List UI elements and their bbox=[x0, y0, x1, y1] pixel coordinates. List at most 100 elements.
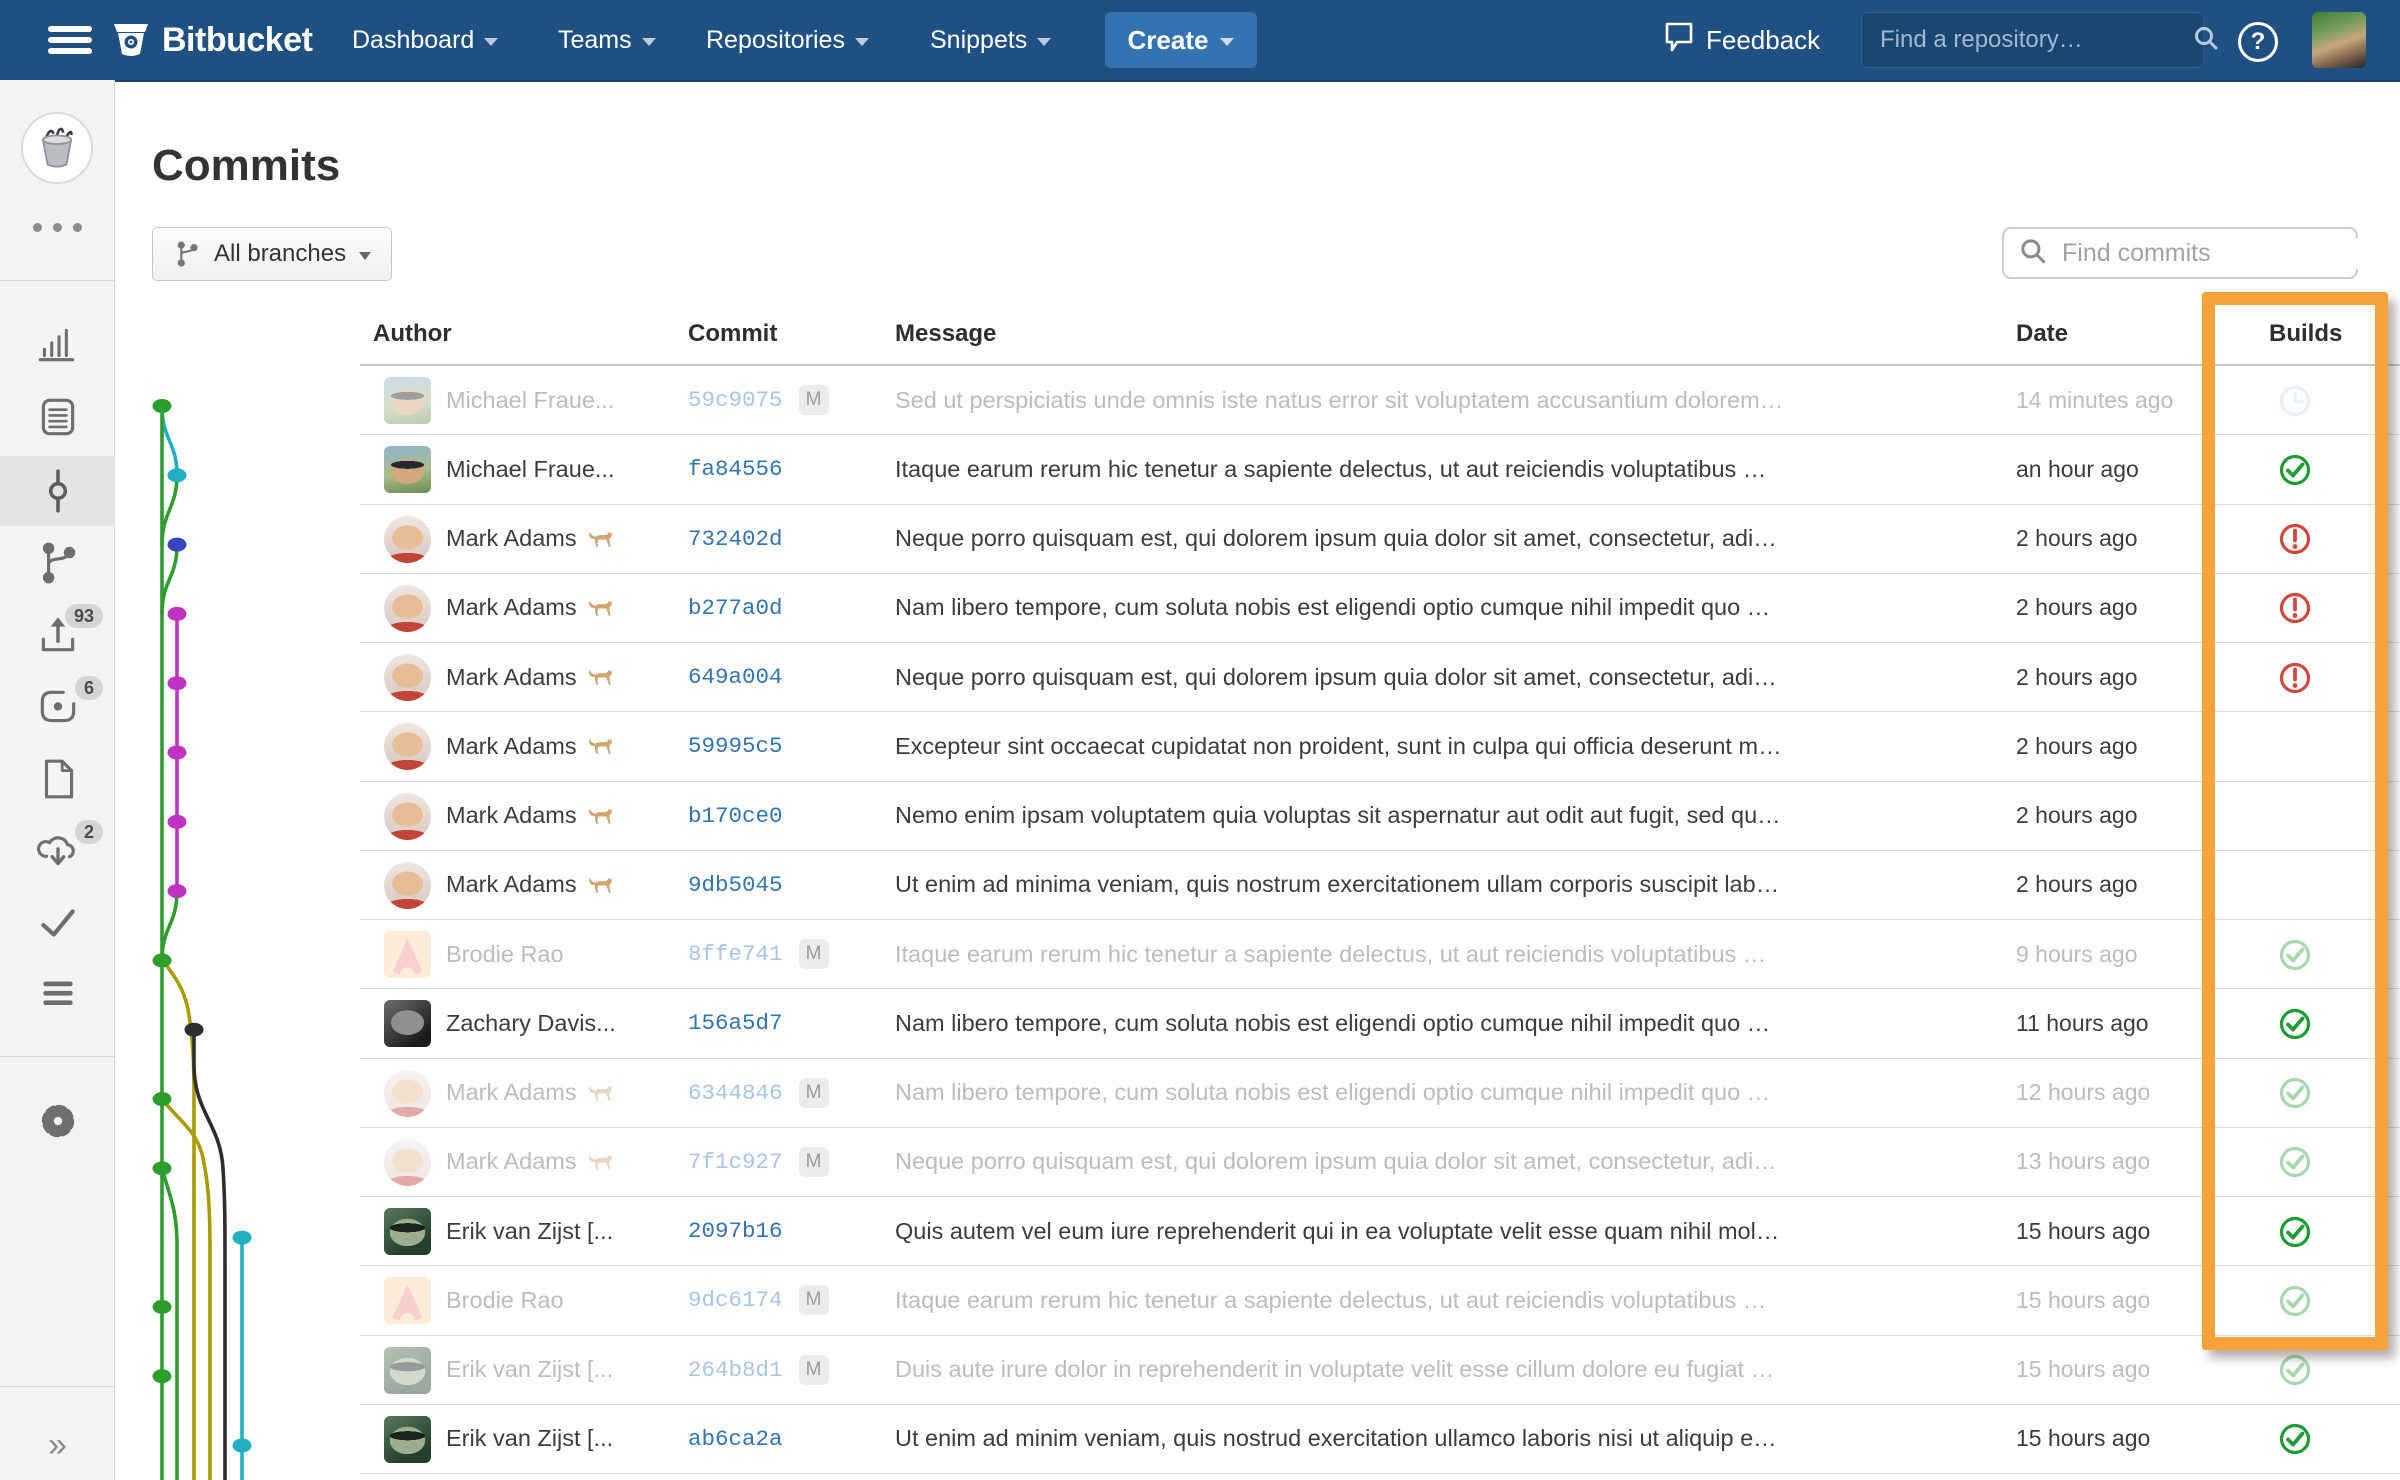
find-commits-input[interactable] bbox=[2060, 238, 2386, 269]
commit-message: Itaque earum rerum hic tenetur a sapient… bbox=[895, 435, 2008, 503]
sidebar-item-source[interactable] bbox=[0, 384, 115, 450]
repository-avatar[interactable] bbox=[21, 112, 93, 184]
commit-row: Mark Adams 6344846 M Nam libero tempore,… bbox=[360, 1059, 2400, 1128]
bitbucket-logo[interactable]: Bitbucket bbox=[110, 0, 312, 80]
build-status-icon[interactable] bbox=[2277, 1075, 2313, 1111]
issues-badge: 6 bbox=[75, 676, 103, 700]
cat-emoji-icon bbox=[588, 1082, 614, 1104]
commit-hash-link[interactable]: 264b8d1 bbox=[688, 1357, 783, 1383]
sidebar-item-pipelines[interactable]: 2 bbox=[0, 818, 115, 884]
help-icon[interactable]: ? bbox=[2238, 22, 2278, 62]
commit-hash-link[interactable]: 649a004 bbox=[688, 664, 783, 690]
sidebar-item-overview[interactable] bbox=[0, 310, 115, 376]
commit-row: Michael Fraue... fa84556 Itaque earum re… bbox=[360, 435, 2400, 504]
cat-emoji-icon bbox=[588, 805, 614, 827]
gear-icon bbox=[35, 1098, 81, 1144]
build-status-icon[interactable] bbox=[2277, 1006, 2313, 1042]
letter-avatar-glyph bbox=[384, 931, 431, 978]
commit-hash-link[interactable]: fa84556 bbox=[688, 456, 783, 482]
build-error-icon bbox=[2277, 521, 2313, 557]
author-name: Mark Adams bbox=[446, 525, 577, 552]
search-icon[interactable] bbox=[2192, 24, 2220, 57]
build-status-icon[interactable] bbox=[2277, 452, 2313, 488]
build-status-icon[interactable] bbox=[2277, 1144, 2313, 1180]
file-icon bbox=[35, 756, 81, 802]
commit-hash-link[interactable]: ab6ca2a bbox=[688, 1426, 783, 1452]
build-status-icon[interactable] bbox=[2277, 383, 2313, 419]
app-switcher-icon[interactable] bbox=[48, 26, 92, 54]
sidebar-item-commits[interactable] bbox=[0, 456, 115, 526]
commit-hash-link[interactable]: 2097b16 bbox=[688, 1218, 783, 1244]
build-status-icon[interactable] bbox=[2277, 729, 2313, 765]
nav-teams[interactable]: Teams bbox=[558, 0, 656, 80]
sidebar-item-downloads[interactable] bbox=[0, 746, 115, 812]
nav-snippets[interactable]: Snippets bbox=[930, 0, 1051, 80]
author-avatar bbox=[384, 1347, 431, 1394]
sidebar-item-pull-requests[interactable]: 93 bbox=[0, 602, 115, 668]
fish-bucket-image bbox=[31, 122, 83, 174]
author-name: Mark Adams bbox=[446, 733, 577, 760]
sidebar-item-issues[interactable]: 6 bbox=[0, 674, 115, 740]
table-header: Author Commit Message Date Builds bbox=[360, 292, 2400, 366]
build-status-icon[interactable] bbox=[2277, 1352, 2313, 1388]
branch-icon bbox=[173, 239, 201, 269]
commit-hash-link[interactable]: 8ffe741 bbox=[688, 941, 783, 967]
commit-date: 2 hours ago bbox=[2016, 712, 2137, 780]
cat-emoji-icon bbox=[588, 874, 614, 896]
expand-sidebar-icon[interactable]: » bbox=[0, 1420, 115, 1470]
chevron-down-icon bbox=[1220, 38, 1234, 46]
commit-row: Mark Adams 59995c5 Excepteur sint occaec… bbox=[360, 712, 2400, 781]
feedback-button[interactable]: Feedback bbox=[1664, 0, 1820, 80]
commit-hash-link[interactable]: 9dc6174 bbox=[688, 1287, 783, 1313]
more-options-icon[interactable] bbox=[0, 212, 115, 242]
author-name: Mark Adams bbox=[446, 802, 577, 829]
merge-badge: M bbox=[799, 385, 829, 415]
commit-hash-link[interactable]: b170ce0 bbox=[688, 803, 783, 829]
commit-graph-nodes bbox=[153, 399, 252, 1453]
commit-message: Ut enim ad minima veniam, quis nostrum e… bbox=[895, 851, 2008, 919]
commit-hash-link[interactable]: 7f1c927 bbox=[688, 1149, 783, 1175]
user-avatar[interactable] bbox=[2312, 12, 2366, 68]
commit-message: Nam libero tempore, cum soluta nobis est… bbox=[895, 1059, 2008, 1127]
create-button[interactable]: Create bbox=[1105, 12, 1257, 68]
cat-emoji-icon bbox=[588, 735, 614, 757]
commit-hash-link[interactable]: 6344846 bbox=[688, 1080, 783, 1106]
build-status-icon[interactable] bbox=[2277, 1214, 2313, 1250]
cloud-download-icon bbox=[35, 828, 81, 874]
sidebar-item-checks[interactable] bbox=[0, 890, 115, 956]
repository-search-input[interactable] bbox=[1878, 25, 2192, 55]
build-status-icon[interactable] bbox=[2277, 798, 2313, 834]
divider bbox=[0, 280, 115, 281]
author-avatar bbox=[384, 1416, 431, 1463]
commit-row: Erik van Zijst [... 2097b16 Quis autem v… bbox=[360, 1197, 2400, 1266]
build-status-icon[interactable] bbox=[2277, 937, 2313, 973]
commit-message: Nam libero tempore, cum soluta nobis est… bbox=[895, 989, 2008, 1057]
author-avatar bbox=[384, 1208, 431, 1255]
commit-message: Sed ut perspiciatis unde omnis iste natu… bbox=[895, 366, 2008, 434]
build-status-icon[interactable] bbox=[2277, 660, 2313, 696]
find-commits-search bbox=[2002, 227, 2358, 279]
build-status-icon[interactable] bbox=[2277, 1283, 2313, 1319]
nav-dashboard[interactable]: Dashboard bbox=[352, 0, 498, 80]
author-name: Mark Adams bbox=[446, 594, 577, 621]
commit-hash-link[interactable]: 9db5045 bbox=[688, 872, 783, 898]
build-status-icon[interactable] bbox=[2277, 1421, 2313, 1457]
build-status-icon[interactable] bbox=[2277, 590, 2313, 626]
build-error-icon bbox=[2277, 660, 2313, 696]
build-success-icon bbox=[2277, 1144, 2313, 1180]
commit-hash-link[interactable]: 156a5d7 bbox=[688, 1010, 783, 1036]
nav-repositories[interactable]: Repositories bbox=[706, 0, 869, 80]
commit-hash-link[interactable]: b277a0d bbox=[688, 595, 783, 621]
build-status-icon[interactable] bbox=[2277, 867, 2313, 903]
sidebar-item-list[interactable] bbox=[0, 960, 115, 1026]
commit-date: 11 hours ago bbox=[2016, 989, 2149, 1057]
build-status-icon[interactable] bbox=[2277, 521, 2313, 557]
commit-hash-link[interactable]: 732402d bbox=[688, 526, 783, 552]
sidebar-item-settings[interactable] bbox=[0, 1088, 115, 1154]
chevron-down-icon bbox=[359, 252, 371, 260]
sidebar-item-branches[interactable] bbox=[0, 530, 115, 596]
branch-filter-button[interactable]: All branches bbox=[152, 227, 392, 281]
commit-hash-link[interactable]: 59c9075 bbox=[688, 387, 783, 413]
commit-row: Michael Fraue... 59c9075 M Sed ut perspi… bbox=[360, 366, 2400, 435]
commit-hash-link[interactable]: 59995c5 bbox=[688, 733, 783, 759]
